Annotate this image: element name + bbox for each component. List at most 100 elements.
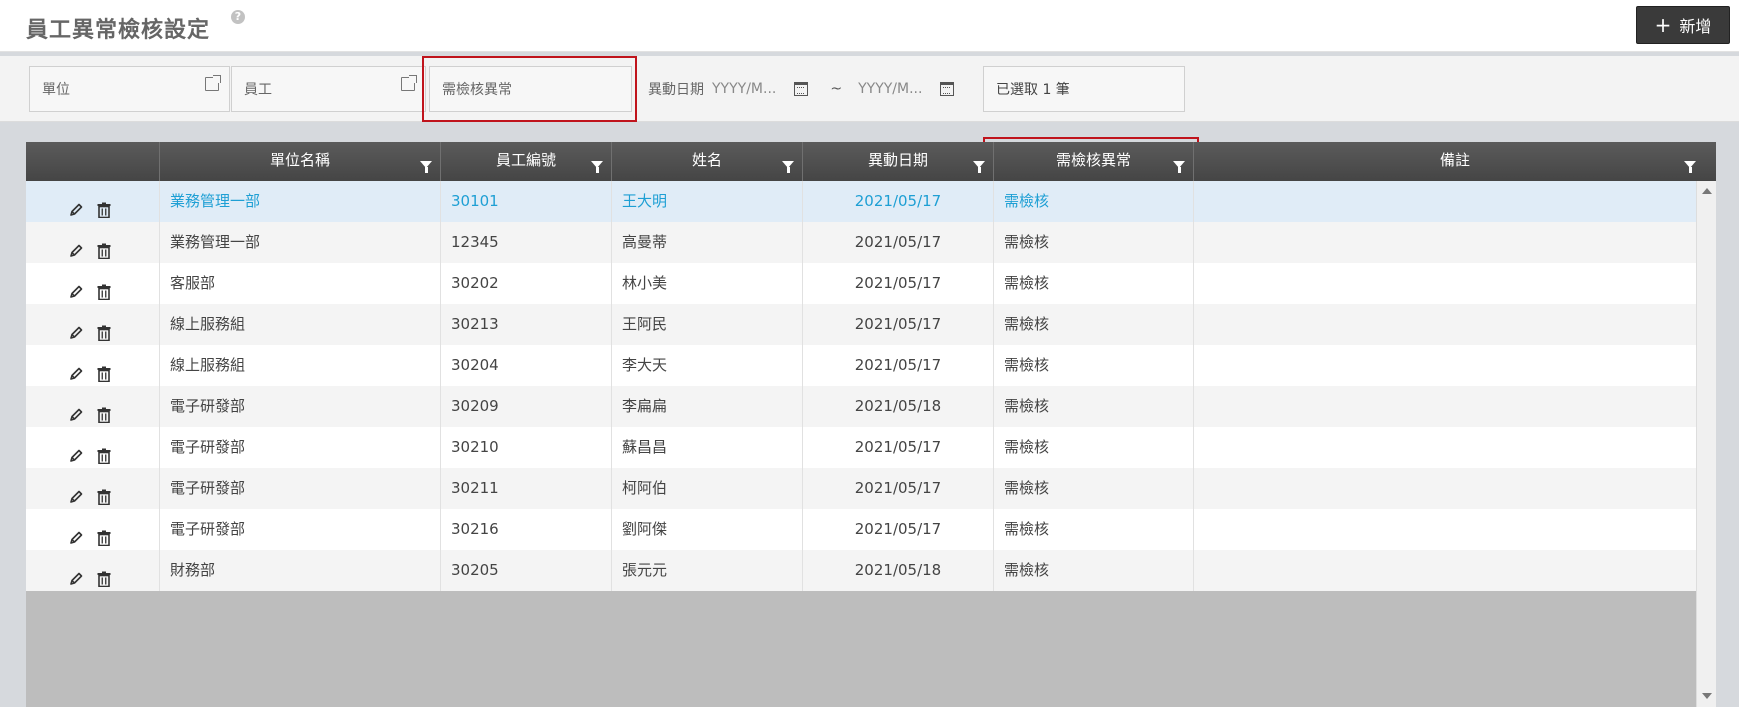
cell-unit: 業務管理一部 — [160, 222, 441, 263]
cell-check: 需檢核 — [994, 427, 1194, 468]
add-button-label: 新增 — [1679, 17, 1712, 36]
table-row[interactable]: 業務管理一部 12345 高曼蒂 2021/05/17 需檢核 — [26, 222, 1696, 263]
delete-trash-icon[interactable] — [96, 275, 112, 301]
cell-check: 需檢核 — [994, 509, 1194, 550]
edit-pencil-icon[interactable] — [68, 193, 84, 216]
filter-icon[interactable] — [1173, 161, 1185, 173]
table-row[interactable]: 電子研發部 30209 李扁扁 2021/05/18 需檢核 — [26, 386, 1696, 427]
cell-date: 2021/05/17 — [803, 222, 994, 263]
unit-filter-placeholder: 單位 — [42, 82, 70, 98]
delete-trash-icon[interactable] — [96, 316, 112, 342]
delete-trash-icon[interactable] — [96, 562, 112, 588]
table-row[interactable]: 財務部 30205 張元元 2021/05/18 需檢核 — [26, 550, 1696, 591]
change-date-filter: 異動日期 YYYY/M... ~ YYYY/M... — [648, 66, 955, 112]
column-header-abnormal-check[interactable]: 需檢核異常 — [994, 142, 1194, 181]
delete-trash-icon[interactable] — [96, 193, 112, 219]
table-row[interactable]: 業務管理一部 30101 王大明 2021/05/17 需檢核 — [26, 181, 1696, 222]
column-header-change-date[interactable]: 異動日期 — [803, 142, 994, 181]
cell-check: 需檢核 — [994, 263, 1194, 304]
edit-pencil-icon[interactable] — [68, 234, 84, 257]
column-header-employee-id[interactable]: 員工編號 — [441, 142, 612, 181]
filter-icon[interactable] — [591, 161, 603, 173]
cell-note — [1194, 263, 1696, 304]
open-picker-icon[interactable] — [205, 75, 221, 91]
scroll-up-icon[interactable] — [1702, 188, 1712, 194]
filter-icon[interactable] — [973, 161, 985, 173]
edit-pencil-icon[interactable] — [68, 439, 84, 462]
row-actions-cell — [26, 222, 160, 263]
selected-count-box[interactable]: 已選取 1 筆 — [983, 66, 1185, 112]
help-icon[interactable]: ? — [231, 10, 245, 24]
row-actions-cell — [26, 509, 160, 550]
add-button[interactable]: + 新增 — [1636, 6, 1730, 44]
row-actions-cell — [26, 263, 160, 304]
delete-trash-icon[interactable] — [96, 357, 112, 383]
selected-count-text: 已選取 1 筆 — [996, 82, 1070, 98]
cell-id: 30216 — [441, 509, 612, 550]
edit-pencil-icon[interactable] — [68, 480, 84, 503]
row-actions-cell — [26, 304, 160, 345]
cell-id: 30101 — [441, 181, 612, 222]
unit-filter[interactable]: 單位 — [29, 66, 230, 112]
cell-check: 需檢核 — [994, 222, 1194, 263]
column-header-name[interactable]: 姓名 — [612, 142, 803, 181]
delete-trash-icon[interactable] — [96, 439, 112, 465]
open-picker-icon[interactable] — [401, 75, 417, 91]
calendar-icon[interactable] — [794, 82, 809, 96]
cell-date: 2021/05/17 — [803, 509, 994, 550]
cell-date: 2021/05/17 — [803, 304, 994, 345]
row-actions-cell — [26, 550, 160, 591]
cell-unit: 線上服務組 — [160, 345, 441, 386]
date-to-input[interactable]: YYYY/M... — [858, 81, 922, 97]
filter-bar: 單位 員工 需檢核異常 異動日期 YYYY/M... ~ YYYY/M... 已… — [0, 56, 1739, 122]
cell-name: 蘇昌昌 — [612, 427, 803, 468]
edit-pencil-icon[interactable] — [68, 275, 84, 298]
table-row[interactable]: 電子研發部 30211 柯阿伯 2021/05/17 需檢核 — [26, 468, 1696, 509]
delete-trash-icon[interactable] — [96, 521, 112, 547]
filter-icon[interactable] — [420, 161, 432, 173]
edit-pencil-icon[interactable] — [68, 562, 84, 585]
cell-date: 2021/05/17 — [803, 263, 994, 304]
row-actions-cell — [26, 427, 160, 468]
cell-unit: 電子研發部 — [160, 509, 441, 550]
cell-note — [1194, 509, 1696, 550]
cell-unit: 業務管理一部 — [160, 181, 441, 222]
table-row[interactable]: 線上服務組 30213 王阿民 2021/05/17 需檢核 — [26, 304, 1696, 345]
table-row[interactable]: 電子研發部 30216 劉阿傑 2021/05/17 需檢核 — [26, 509, 1696, 550]
cell-note — [1194, 550, 1696, 591]
column-header-note[interactable]: 備註 — [1194, 142, 1716, 181]
vertical-scrollbar[interactable] — [1696, 181, 1716, 707]
data-grid: 單位名稱 員工編號 姓名 異動日期 需檢核異常 備註 業務管理一部 30101 王大… — [26, 142, 1716, 707]
delete-trash-icon[interactable] — [96, 398, 112, 424]
date-from-input[interactable]: YYYY/M... — [712, 81, 776, 97]
table-row[interactable]: 客服部 30202 林小美 2021/05/17 需檢核 — [26, 263, 1696, 304]
cell-check: 需檢核 — [994, 181, 1194, 222]
plus-icon: + — [1654, 13, 1672, 37]
cell-id: 30211 — [441, 468, 612, 509]
edit-pencil-icon[interactable] — [68, 398, 84, 421]
edit-pencil-icon[interactable] — [68, 316, 84, 339]
cell-check: 需檢核 — [994, 304, 1194, 345]
scroll-down-icon[interactable] — [1702, 693, 1712, 699]
cell-date: 2021/05/17 — [803, 345, 994, 386]
row-actions-cell — [26, 345, 160, 386]
cell-date: 2021/05/18 — [803, 550, 994, 591]
cell-date: 2021/05/17 — [803, 181, 994, 222]
column-header-unit[interactable]: 單位名稱 — [160, 142, 441, 181]
edit-pencil-icon[interactable] — [68, 521, 84, 544]
table-row[interactable]: 電子研發部 30210 蘇昌昌 2021/05/17 需檢核 — [26, 427, 1696, 468]
table-row[interactable]: 線上服務組 30204 李大天 2021/05/17 需檢核 — [26, 345, 1696, 386]
cell-id: 30209 — [441, 386, 612, 427]
page-title: 員工異常檢核設定 — [26, 18, 211, 43]
delete-trash-icon[interactable] — [96, 234, 112, 260]
cell-unit: 客服部 — [160, 263, 441, 304]
delete-trash-icon[interactable] — [96, 480, 112, 506]
filter-icon[interactable] — [1684, 161, 1696, 173]
cell-note — [1194, 222, 1696, 263]
edit-pencil-icon[interactable] — [68, 357, 84, 380]
filter-icon[interactable] — [782, 161, 794, 173]
employee-filter[interactable]: 員工 — [231, 66, 426, 112]
cell-unit: 線上服務組 — [160, 304, 441, 345]
row-actions-cell — [26, 181, 160, 222]
calendar-icon[interactable] — [940, 82, 955, 96]
